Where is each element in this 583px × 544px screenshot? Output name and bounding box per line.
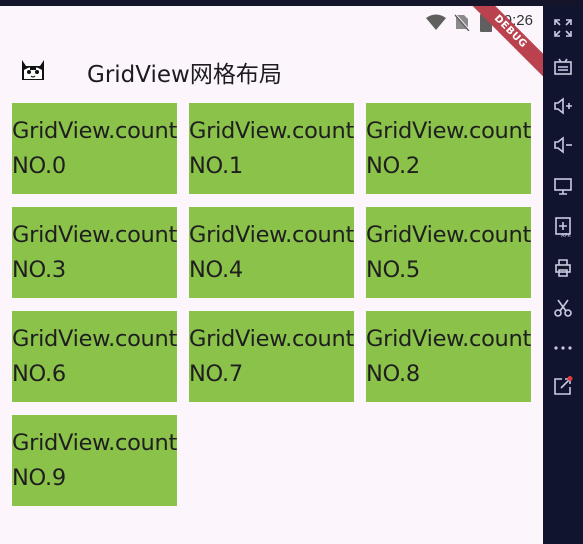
grid-item[interactable]: GridView.count NO.1 [189, 103, 354, 194]
cut-icon[interactable] [551, 296, 575, 320]
keyboard-icon[interactable] [551, 55, 575, 79]
install-apk-icon[interactable]: APK [551, 215, 575, 239]
grid-item[interactable]: GridView.count NO.6 [12, 311, 177, 402]
printer-icon[interactable] [551, 256, 575, 280]
volume-down-icon[interactable] [551, 133, 575, 157]
grid-item[interactable]: GridView.count NO.9 [12, 415, 177, 506]
external-link-icon[interactable] [551, 374, 575, 398]
status-bar: 9:26 [0, 6, 543, 36]
screen-icon[interactable] [551, 174, 575, 198]
grid-item[interactable]: GridView.count NO.2 [366, 103, 531, 194]
grid-item[interactable]: GridView.count NO.0 [12, 103, 177, 194]
svg-text:APK: APK [561, 233, 571, 237]
grid-item[interactable]: GridView.count NO.3 [12, 207, 177, 298]
grid-item[interactable]: GridView.count NO.4 [189, 207, 354, 298]
grid-item[interactable]: GridView.count NO.8 [366, 311, 531, 402]
wifi-icon [426, 14, 446, 35]
no-sim-icon [454, 13, 470, 36]
grid-view: GridView.count NO.0 GridView.count NO.1 … [12, 103, 531, 506]
grid-item[interactable]: GridView.count NO.7 [189, 311, 354, 402]
fullscreen-icon[interactable] [551, 16, 575, 40]
emulator-toolbar: APK [543, 6, 583, 544]
device-screen: 9:26 DEBUG GridView网格布局 GridView.count N… [0, 6, 543, 544]
app-bar: GridView网格布局 [0, 40, 543, 96]
grid-item[interactable]: GridView.count NO.5 [366, 207, 531, 298]
cat-logo-icon [18, 54, 48, 84]
page-title: GridView网格布局 [87, 62, 282, 88]
more-icon[interactable] [551, 336, 575, 360]
volume-up-icon[interactable] [551, 94, 575, 118]
